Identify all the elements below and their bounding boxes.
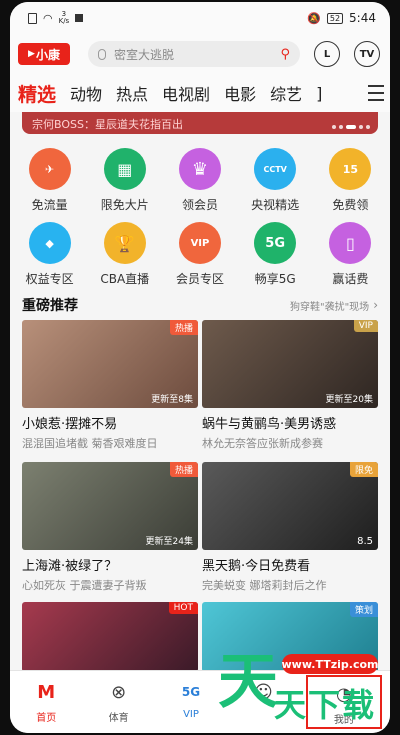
card-subtitle: 完美蜕变 娜塔莉封后之作 — [202, 579, 327, 592]
5g-icon: 5G — [254, 222, 297, 264]
quick-entry-row-2: ◆ 权益专区 🏆 CBA直播 VIP 会员专区 5G 畅享5G ▯ 赢话费 — [10, 222, 390, 287]
entry-cba-live[interactable]: 🏆 CBA直播 — [93, 222, 157, 287]
trophy-icon: 🏆 — [103, 222, 146, 264]
search-icon[interactable]: ⚲ — [280, 47, 290, 62]
ball-icon: ⊗ — [111, 681, 127, 703]
quick-entry-row-1: ✈ 免流量 ▦ 限免大片 ♛ 领会员 CCTV 央视精选 15 免费领 — [10, 148, 390, 213]
battery-indicator: 52 — [326, 12, 344, 24]
card-title: 黑天鹅·今日免费看 — [202, 559, 311, 574]
video-card[interactable]: HOT — [22, 602, 198, 672]
tab-partial[interactable]: ] — [316, 84, 322, 103]
video-thumbnail: VIP 更新至20集 — [202, 320, 378, 408]
video-thumbnail: 热播 更新至24集 — [22, 462, 198, 550]
entry-benefits[interactable]: ◆ 权益专区 — [18, 222, 82, 287]
entry-free-data[interactable]: ✈ 免流量 — [18, 148, 82, 213]
tab-animals[interactable]: 动物 — [70, 81, 102, 105]
banner-carousel[interactable]: 宗何BOSS：星辰道夫花指百出 — [22, 112, 378, 134]
nav-sports[interactable]: ⊗ 体育 — [82, 671, 154, 733]
section-header: 重磅推荐 狗穿鞋"袭扰"现场 › — [22, 296, 378, 314]
video-card[interactable]: 热播 更新至24集 上海滩·被绿了？ 心如死灰 于震遭妻子背叛 — [22, 462, 198, 593]
net-speed: 3 K/s — [58, 10, 70, 25]
tab-hot[interactable]: 热点 — [116, 81, 148, 105]
entry-get-vip[interactable]: ♛ 领会员 — [168, 148, 232, 213]
card-subtitle: 混混国追堵截 菊香艰难度日 — [22, 437, 158, 450]
watermark-logo: 天 www.TTzip.com 天下载 — [218, 646, 390, 724]
watermark-text: 天下载 — [274, 686, 377, 724]
tv-icon: CCTV — [254, 148, 297, 190]
video-thumbnail: 热播 更新至8集 — [22, 320, 198, 408]
episode-count: 更新至20集 — [325, 395, 373, 405]
card-title: 上海滩·被绿了？ — [22, 559, 118, 574]
entry-free-claim[interactable]: 15 免费领 — [318, 148, 382, 213]
tab-variety[interactable]: 综艺 — [270, 81, 302, 105]
card-badge: VIP — [353, 320, 378, 332]
episode-count: 更新至24集 — [145, 537, 193, 547]
channel-tabs: 精选 动物 热点 电视剧 电影 综艺 ] — [10, 74, 390, 112]
card-badge: 热播 — [169, 320, 198, 335]
play-icon: ▶ — [28, 49, 35, 59]
card-title: 蜗牛与黄鹂鸟·美男诱惑 — [202, 417, 337, 432]
entry-win-credit[interactable]: ▯ 赢话费 — [318, 222, 382, 287]
watermark-big-char: 天 — [218, 647, 278, 717]
mic-icon[interactable] — [98, 48, 106, 60]
card-badge: 热播 — [169, 462, 198, 477]
search-bar[interactable]: 密室大逃脱 ⚲ — [88, 41, 300, 67]
nav-vip[interactable]: 5G VIP — [155, 671, 227, 733]
phone-screen: ◠ 3 K/s 🔕 52 5:44 ▶ 小康 密室大逃脱 ⚲ L TV 精选 动物… — [10, 2, 390, 733]
crown-icon: ♛ — [178, 148, 221, 190]
tab-movies[interactable]: 电影 — [224, 81, 256, 105]
banner-caption: 宗何BOSS：星辰道夫花指百出 — [32, 118, 183, 131]
vip-icon: VIP — [178, 222, 221, 264]
card-badge: HOT — [168, 602, 198, 614]
carousel-dots — [332, 125, 370, 129]
video-card[interactable]: 热播 更新至8集 小娘惹·摆摊不易 混混国追堵截 菊香艰难度日 — [22, 320, 198, 451]
video-card[interactable]: 限免 8.5 黑天鹅·今日免费看 完美蜕变 娜塔莉封后之作 — [202, 462, 378, 593]
video-thumbnail: HOT — [22, 602, 198, 672]
entry-vip-zone[interactable]: VIP 会员专区 — [168, 222, 232, 287]
tab-tv-series[interactable]: 电视剧 — [162, 81, 210, 105]
phone-icon: ▯ — [329, 222, 372, 264]
entry-cctv[interactable]: CCTV 央视精选 — [243, 148, 307, 213]
card-badge: 策划 — [349, 602, 378, 617]
history-button[interactable]: L — [314, 41, 340, 67]
wifi-icon: ◠ — [43, 11, 53, 25]
flow-icon: ✈ — [28, 148, 71, 190]
card-title: 小娘惹·摆摊不易 — [22, 417, 118, 432]
home-icon: M — [37, 681, 56, 703]
video-thumbnail: 限免 8.5 — [202, 462, 378, 550]
app-logo[interactable]: ▶ 小康 — [18, 43, 70, 65]
tab-featured[interactable]: 精选 — [18, 80, 56, 107]
search-placeholder: 密室大逃脱 — [114, 47, 175, 62]
film-icon: ▦ — [103, 148, 146, 190]
tag-icon: ◆ — [28, 222, 71, 264]
section-more-link[interactable]: 狗穿鞋"袭扰"现场 — [290, 298, 369, 313]
video-card[interactable]: VIP 更新至20集 蜗牛与黄鹂鸟·美男诱惑 林允无奈答应张新成参赛 — [202, 320, 378, 451]
card-badge: 限免 — [349, 462, 378, 477]
nav-home[interactable]: M 首页 — [10, 671, 82, 733]
mute-icon: 🔕 — [307, 11, 321, 25]
chevron-right-icon[interactable]: › — [373, 298, 378, 312]
top-bar: ▶ 小康 密室大逃脱 ⚲ L TV — [10, 34, 390, 74]
menu-icon[interactable] — [368, 85, 384, 106]
section-title: 重磅推荐 — [22, 298, 78, 314]
card-subtitle: 心如死灰 于震遭妻子背叛 — [22, 579, 147, 592]
cast-tv-button[interactable]: TV — [354, 41, 380, 67]
entry-free-movies[interactable]: ▦ 限免大片 — [93, 148, 157, 213]
calendar-icon: 15 — [329, 148, 372, 190]
rating-score: 8.5 — [357, 536, 373, 547]
episode-count: 更新至8集 — [151, 395, 193, 405]
clock: 5:44 — [349, 11, 376, 25]
status-bar: ◠ 3 K/s 🔕 52 5:44 — [10, 2, 390, 34]
entry-5g[interactable]: 5G 畅享5G — [243, 222, 307, 287]
card-subtitle: 林允无奈答应张新成参赛 — [202, 437, 323, 450]
sim-icon — [28, 12, 37, 24]
watermark-url: www.TTzip.com — [282, 654, 379, 674]
5g-vip-icon: 5G — [181, 685, 201, 699]
notification-icon — [75, 14, 84, 22]
